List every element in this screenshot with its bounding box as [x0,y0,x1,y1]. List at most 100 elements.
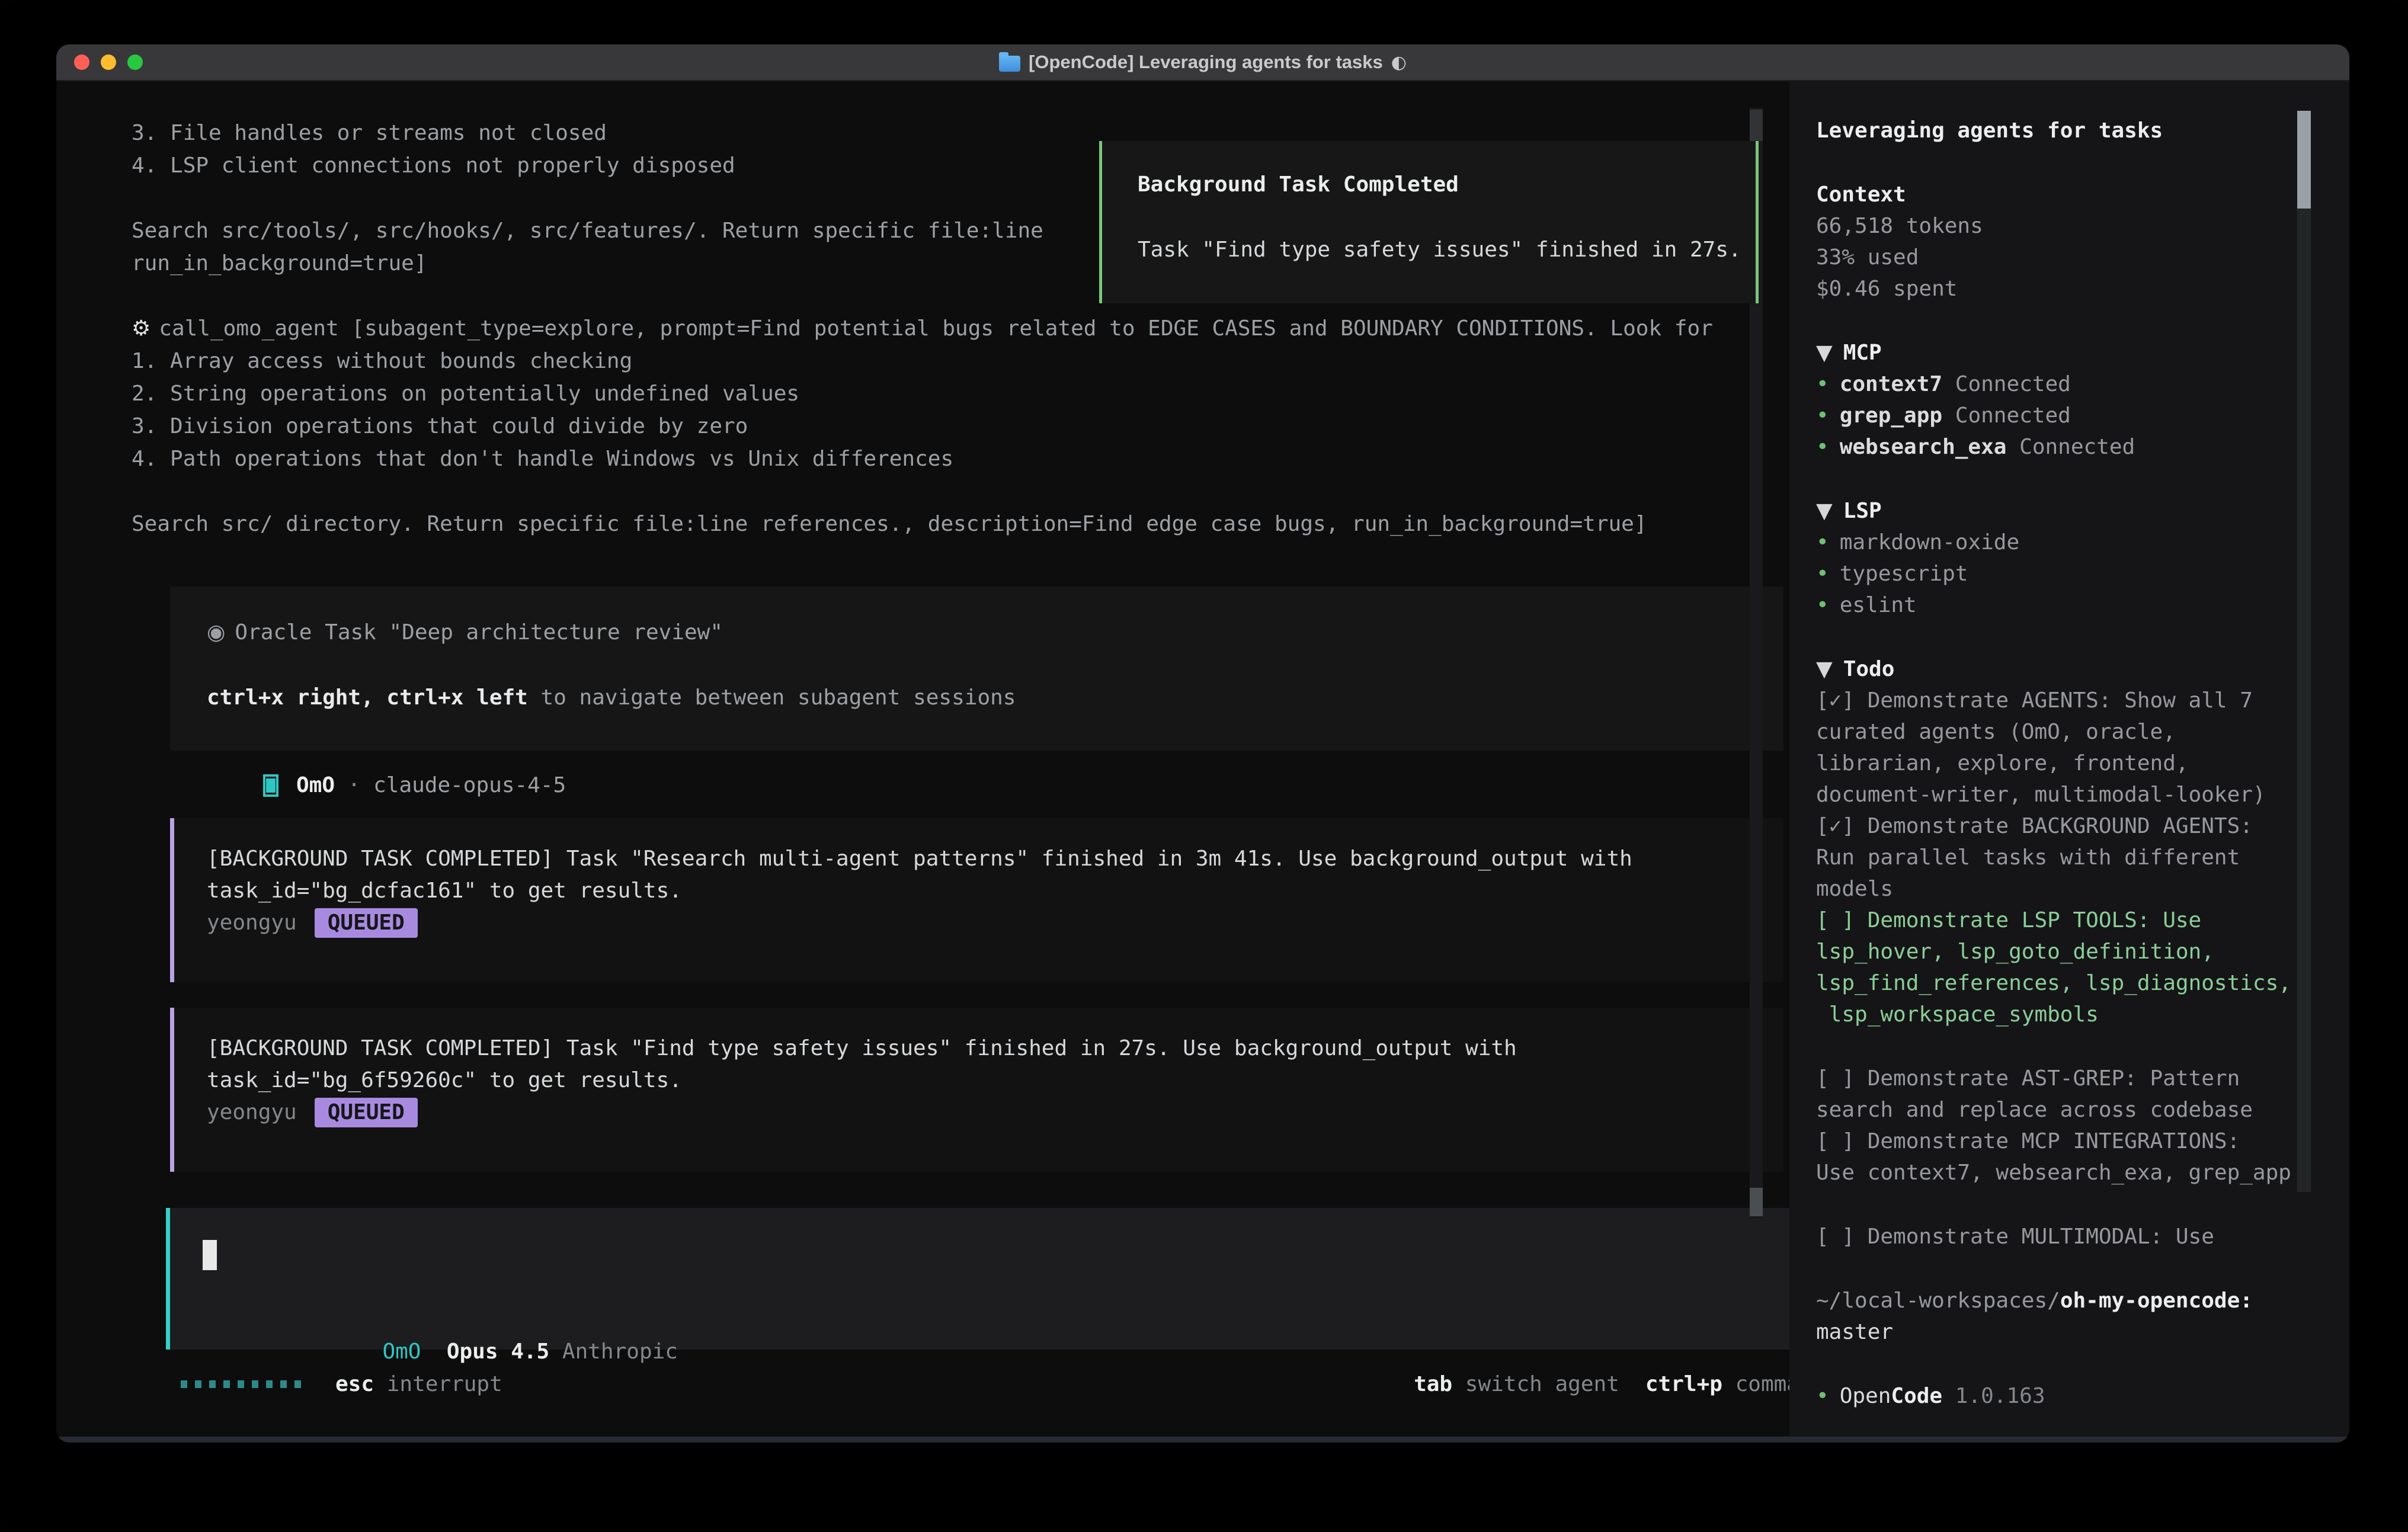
minimize-window-button[interactable] [101,55,116,70]
workspace-path: ~/local-workspaces/oh-my-opencode: maste… [1816,1285,2314,1348]
tab-key-hint[interactable]: tab [1414,1372,1452,1396]
todo-pending-group: [ ] Demonstrate AST-GREP: Pattern search… [1816,1063,2314,1188]
message-line: task_id="bg_dcfac161" to get results. [207,875,1783,907]
sidebar-title: Leveraging agents for tasks [1816,115,2314,146]
lsp-section: ▼LSP •markdown-oxide •typescript •eslint [1816,495,2314,621]
separator-dot [335,773,348,797]
tool-call-list-item: 1. Array access without bounds checking [132,345,1789,377]
oracle-task-card: ◉Oracle Task "Deep architecture review" … [170,586,1783,751]
notification-body: Task "Find type safety issues" finished … [1138,233,1756,266]
zoom-window-button[interactable] [127,55,143,70]
background-task-message: [BACKGROUND TASK COMPLETED] Task "Find t… [170,1008,1783,1172]
mcp-item: •context7 Connected [1816,368,2314,400]
lsp-item: •markdown-oxide [1816,527,2314,558]
traffic-lights [74,44,143,80]
mcp-section: ▼MCP •context7 Connected •grep_app Conne… [1816,337,2314,463]
tool-call-tail: Search src/ directory. Return specific f… [132,508,1789,540]
window-title-group: [OpenCode] Leveraging agents for tasks ◐ [999,52,1407,73]
todo-item-line: [ ] Demonstrate AST-GREP: Pattern [1816,1063,2314,1094]
terminal-window: [OpenCode] Leveraging agents for tasks ◐… [56,44,2349,1443]
background-task-message: [BACKGROUND TASK COMPLETED] Task "Resear… [170,818,1783,982]
todo-item-line: [ ] Demonstrate LSP TOOLS: Use [1816,905,2314,936]
todo-item-line: [✓] Demonstrate AGENTS: Show all 7 [1816,685,2314,716]
mcp-item: •grep_app Connected [1816,400,2314,431]
main-scrollbar-top-segment [1750,110,1763,141]
green-dot-icon: • [1816,593,1829,617]
collapse-triangle-icon: ▼ [1816,657,1833,681]
context-tokens: 66,518 tokens [1816,210,2314,242]
notification-title: Background Task Completed [1138,168,1756,201]
agent-model: claude-opus-4-5 [373,773,566,797]
todo-item-line: document-writer, multimodal-looker) [1816,779,2314,810]
message-author: yeongyu [207,1097,297,1129]
todo-item-line: lsp_hover, lsp_goto_definition, [1816,936,2314,967]
tool-call-list-item: 4. Path operations that don't handle Win… [132,443,1789,475]
message-line: [BACKGROUND TASK COMPLETED] Task "Resear… [207,843,1783,875]
lsp-item: •eslint [1816,589,2314,621]
lsp-item: •typescript [1816,558,2314,589]
green-dot-icon: • [1816,530,1829,555]
todo-header[interactable]: ▼Todo [1816,653,2314,685]
interrupt-label: interrupt [387,1372,502,1396]
agent-session-header[interactable]: OmO · claude-opus-4-5 [263,769,1789,802]
window-bottom-edge [56,1437,2349,1443]
tool-call-text: call_omo_agent [subagent_type=explore, p… [159,316,1713,341]
shortcut-keys: ctrl+x right, ctrl+x left [207,685,528,710]
prompt-input[interactable]: OmO Opus 4.5 Anthropic [166,1208,1789,1350]
chat-area: 3. File handles or streams not closed 4.… [56,81,1789,1443]
todo-item-line: Use context7, websearch_exa, grep_app [1816,1157,2314,1188]
tool-call-line: ⚙ call_omo_agent [subagent_type=explore, … [132,312,1789,345]
todo-item-line: models [1816,873,2314,905]
omo-agent-icon [263,774,278,797]
green-dot-icon: • [1816,372,1829,396]
input-provider: Anthropic [562,1339,678,1364]
oracle-task-title-row: ◉ Oracle Task "Deep architecture review" [207,616,1783,649]
queued-badge: QUEUED [315,1098,418,1127]
todo-item-line: lsp_find_references, lsp_diagnostics, [1816,967,2314,999]
mcp-header[interactable]: ▼MCP [1816,337,2314,368]
todo-item-line: [ ] Demonstrate MULTIMODAL: Use [1816,1221,2314,1252]
context-spent: $0.46 spent [1816,273,2314,305]
todo-item-line: [ ] Demonstrate MCP INTEGRATIONS: [1816,1126,2314,1157]
shortcut-hint: ctrl+x right, ctrl+x left to navigate be… [207,681,1783,714]
ctrlp-key-hint[interactable]: ctrl+p [1645,1372,1722,1396]
message-line: task_id="bg_6f59260c" to get results. [207,1065,1783,1097]
context-header: Context [1816,179,2314,210]
collapse-triangle-icon: ▼ [1816,499,1833,523]
message-meta: yeongyu QUEUED [207,907,1783,939]
context-used: 33% used [1816,242,2314,273]
context-section: Context 66,518 tokens 33% used $0.46 spe… [1816,179,2314,305]
queued-badge: QUEUED [315,908,418,938]
lsp-header[interactable]: ▼LSP [1816,495,2314,527]
input-agent-name: OmO [382,1339,421,1364]
fisheye-icon: ◉ [207,620,225,645]
gear-icon: ⚙ [132,316,150,341]
close-window-button[interactable] [74,55,89,70]
window-title: [OpenCode] Leveraging agents for tasks [1029,52,1383,73]
message-line: [BACKGROUND TASK COMPLETED] Task "Find t… [207,1033,1783,1065]
oracle-task-title: Oracle Task "Deep architecture review" [235,620,723,645]
shortcut-description: to navigate between subagent sessions [528,685,1016,710]
todo-item-line: lsp_workspace_symbols [1816,999,2314,1030]
green-dot-icon: • [1816,1384,1829,1408]
main-scrollbar-thumb[interactable] [1750,1188,1763,1216]
agent-name: OmO [296,773,335,797]
collapse-triangle-icon: ▼ [1816,341,1833,365]
mcp-item: •websearch_exa Connected [1816,431,2314,463]
half-moon-icon: ◐ [1391,52,1407,73]
todo-item-line: Run parallel tasks with different [1816,842,2314,873]
todo-item-line: search and replace across codebase [1816,1094,2314,1126]
input-model-line: OmO Opus 4.5 Anthropic [203,1303,678,1335]
todo-item-line: curated agents (OmO, oracle, [1816,716,2314,748]
repo-name: oh-my-opencode: [2060,1289,2253,1313]
sidebar-scrollbar-thumb[interactable] [2297,111,2311,209]
todo-section: ▼Todo [✓] Demonstrate AGENTS: Show all 7… [1816,653,2314,1030]
switch-agent-label: switch agent [1465,1372,1619,1396]
input-model: Opus 4.5 [447,1339,549,1364]
green-dot-icon: • [1816,562,1829,586]
sidebar-scrollbar[interactable] [2297,209,2311,1192]
green-dot-icon: • [1816,403,1829,428]
green-dot-icon: • [1816,435,1829,459]
sidebar: Leveraging agents for tasks Context 66,5… [1789,81,2349,1443]
text-cursor [203,1240,217,1270]
